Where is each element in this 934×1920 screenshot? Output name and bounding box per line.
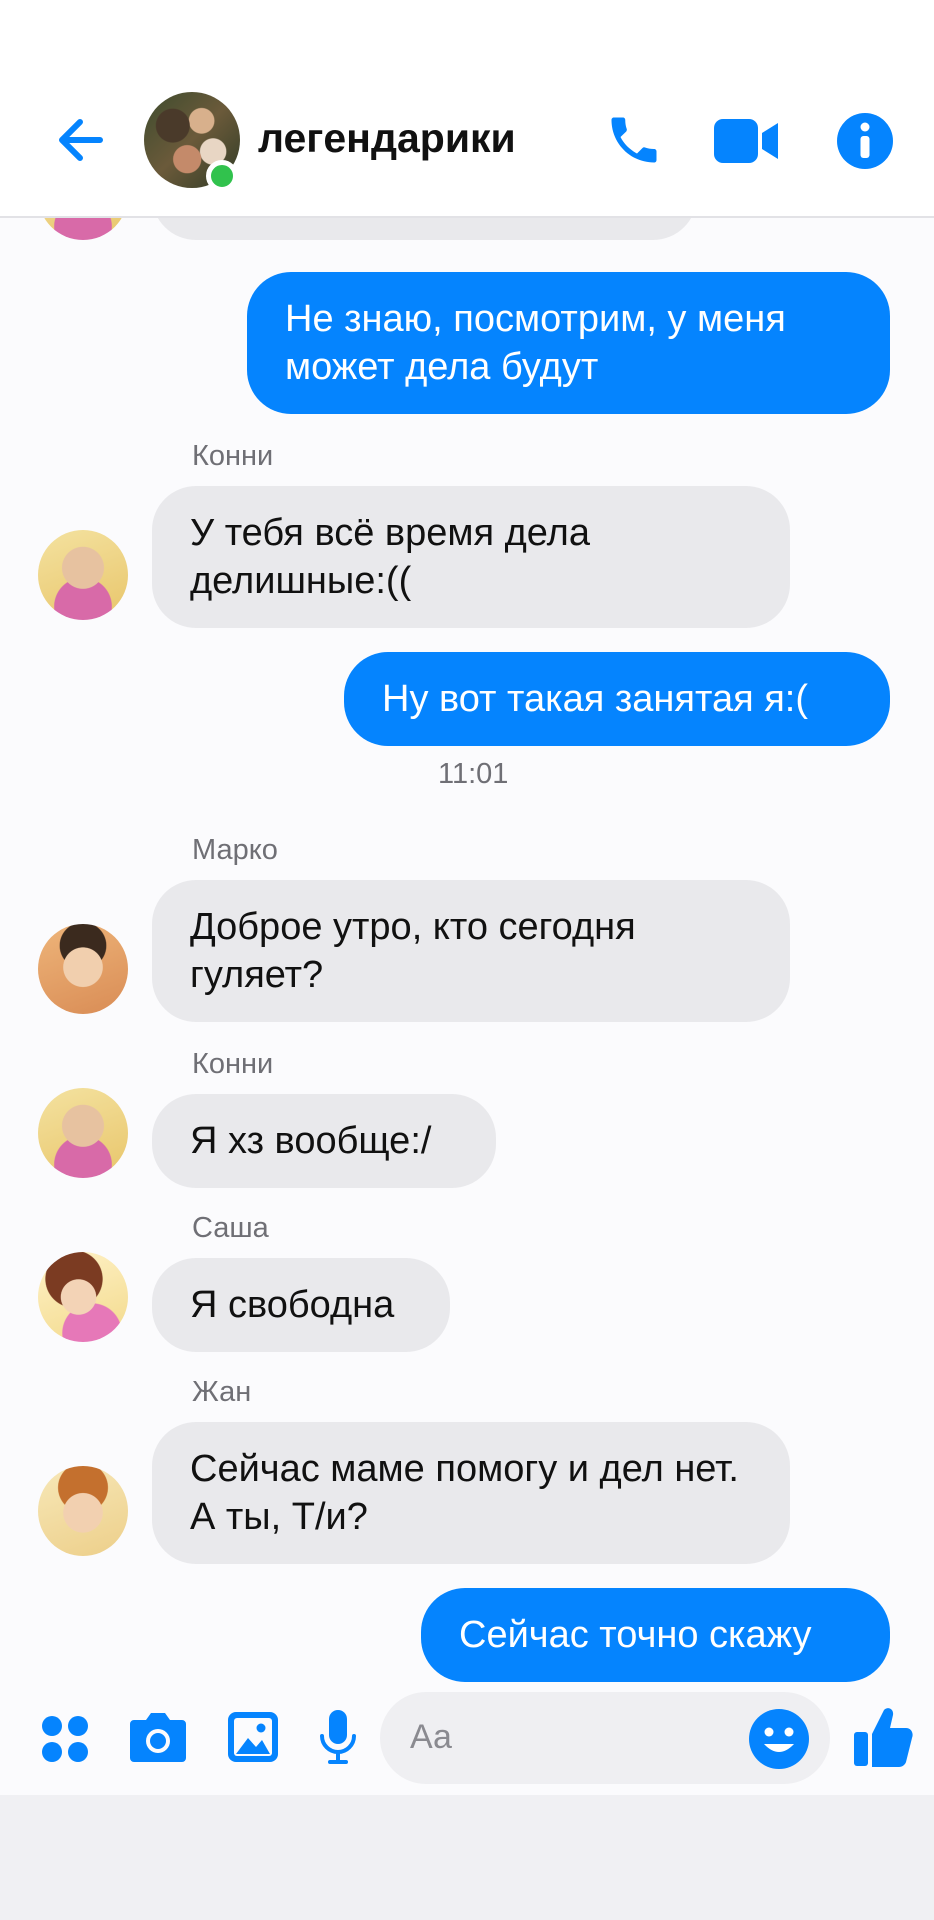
gallery-icon[interactable]	[226, 1710, 280, 1764]
sender-name: Конни	[192, 440, 274, 472]
chat-title[interactable]: легендарики	[258, 115, 516, 162]
microphone-icon[interactable]	[318, 1708, 358, 1766]
avatar-konni[interactable]	[38, 530, 128, 620]
message-bubble-in[interactable]: Сейчас маме помогу и дел нет. А ты, Т/и?	[152, 1422, 790, 1564]
avatar-sasha[interactable]	[38, 1252, 128, 1342]
message-input-placeholder: Аа	[410, 1718, 452, 1756]
arrow-left-icon[interactable]	[52, 112, 108, 168]
sender-name: Марко	[192, 834, 278, 866]
sender-name: Конни	[192, 1048, 274, 1080]
sender-name: Жан	[192, 1376, 252, 1408]
message-bubble-out[interactable]: Не знаю, посмотрим, у меня может дела бу…	[247, 272, 890, 414]
phone-icon[interactable]	[604, 110, 664, 170]
chat-header: легендарики	[0, 0, 934, 218]
thumbs-up-icon[interactable]	[852, 1704, 914, 1770]
timestamp: 11:01	[438, 758, 509, 790]
bottom-safe-area	[0, 1795, 934, 1920]
avatar-konni[interactable]	[38, 1088, 128, 1178]
message-bubble-out[interactable]: Сейчас точно скажу	[421, 1588, 890, 1682]
sender-name: Саша	[192, 1212, 269, 1244]
message-bubble-in[interactable]: Я свободна	[152, 1258, 450, 1352]
info-icon[interactable]	[836, 112, 894, 170]
message-bubble-in[interactable]: У тебя всё время дела делишные:((	[152, 486, 790, 628]
camera-icon[interactable]	[128, 1710, 188, 1764]
apps-icon[interactable]	[40, 1714, 90, 1764]
online-status-dot	[206, 160, 238, 192]
emoji-icon[interactable]	[748, 1708, 810, 1770]
message-bubble-out[interactable]: Ну вот такая занятая я:(	[344, 652, 890, 746]
message-bubble-in[interactable]: Я хз вообще:/	[152, 1094, 496, 1188]
avatar-zhan[interactable]	[38, 1466, 128, 1556]
video-camera-icon[interactable]	[712, 115, 780, 167]
avatar-marko[interactable]	[38, 924, 128, 1014]
message-bubble-in[interactable]: Доброе утро, кто сегодня гуляет?	[152, 880, 790, 1022]
